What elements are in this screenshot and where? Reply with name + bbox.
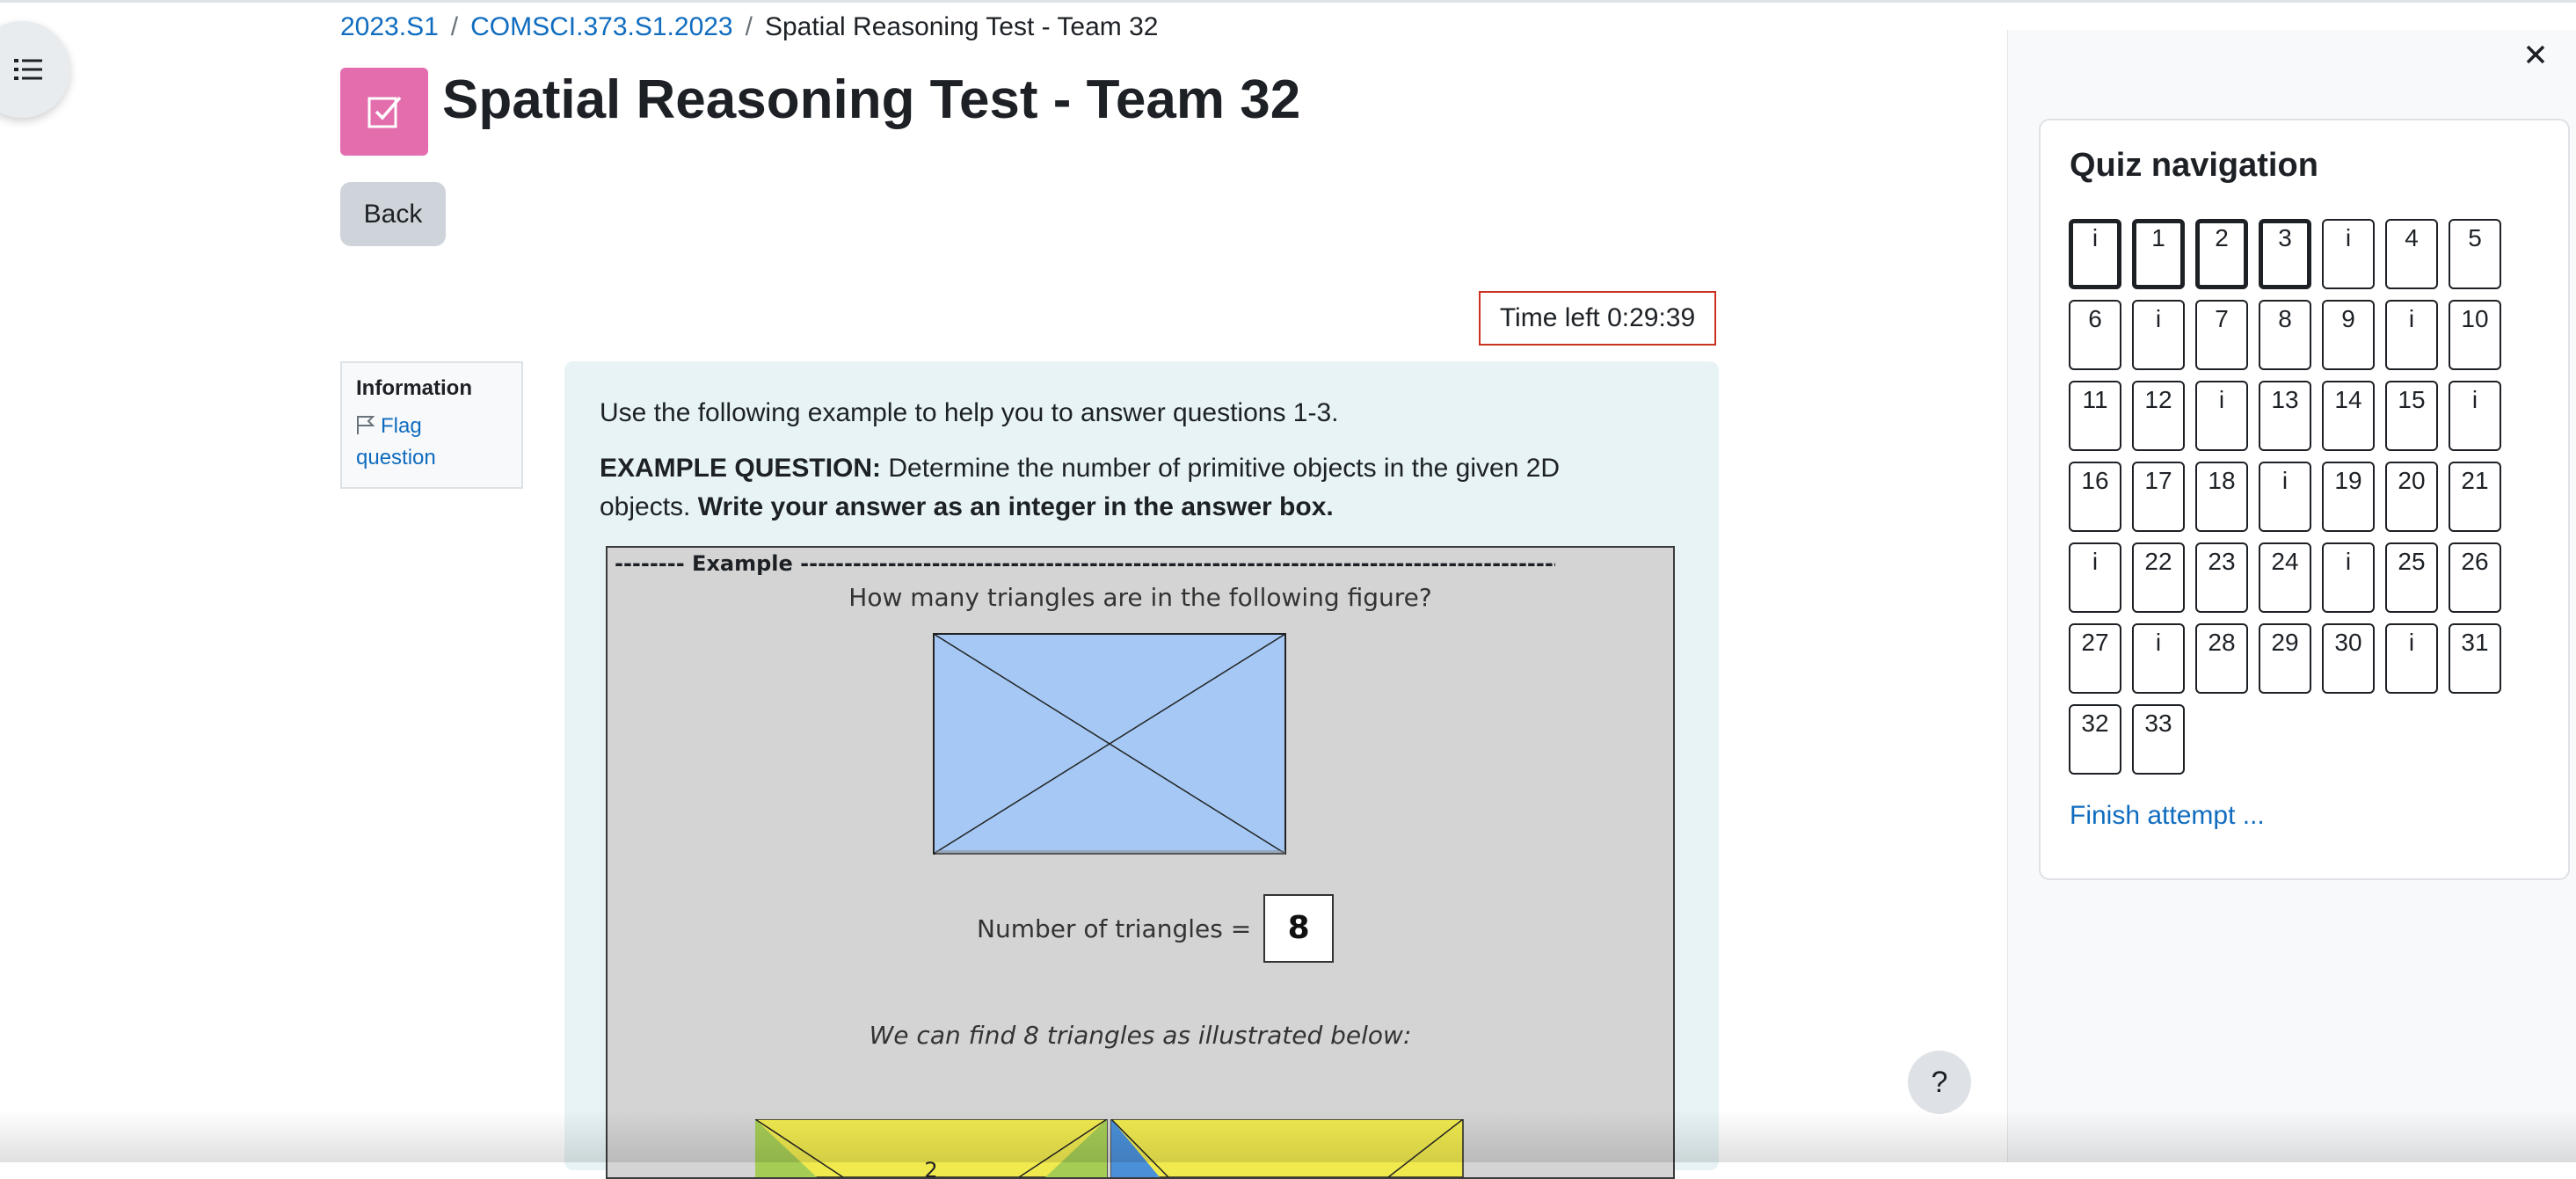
back-button[interactable]: Back	[340, 182, 446, 246]
quiz-nav-question-button[interactable]: 6	[2069, 300, 2121, 370]
question-content: Use the following example to help you to…	[564, 361, 1719, 1179]
time-left-timer: Time left 0:29:39	[1479, 291, 1716, 346]
prompt-instruction: Write your answer as an integer in the a…	[697, 492, 1334, 521]
quiz-nav-info-button[interactable]: i	[2322, 542, 2375, 613]
quiz-nav-info-button[interactable]: i	[2132, 300, 2185, 370]
quiz-nav-question-button[interactable]: 30	[2322, 623, 2375, 694]
top-border	[0, 0, 2576, 3]
quiz-nav-info-button[interactable]: i	[2132, 623, 2185, 694]
quiz-nav-question-button[interactable]: 7	[2195, 300, 2248, 370]
quiz-nav-question-button[interactable]: 33	[2132, 704, 2185, 775]
help-button[interactable]: ?	[1908, 1051, 1971, 1114]
quiz-activity-icon	[340, 68, 428, 156]
close-icon[interactable]	[2521, 40, 2551, 69]
breadcrumb-current: Spatial Reasoning Test - Team 32	[764, 12, 1159, 41]
page-title: Spatial Reasoning Test - Team 32	[442, 69, 1301, 130]
breadcrumb-separator: /	[745, 12, 753, 41]
quiz-nav-question-button[interactable]: 32	[2069, 704, 2121, 775]
breadcrumb: 2023.S1 / COMSCI.373.S1.2023 / Spatial Reaso…	[340, 12, 1158, 42]
quiz-navigation-title: Quiz navigation	[2070, 147, 2318, 184]
triangle-breakdown-figure: 2	[755, 1119, 1464, 1177]
quiz-nav-info-button[interactable]: i	[2385, 623, 2438, 694]
quiz-nav-question-button[interactable]: 8	[2259, 300, 2311, 370]
quiz-nav-question-button[interactable]: 28	[2195, 623, 2248, 694]
quiz-nav-info-button[interactable]: i	[2259, 462, 2311, 532]
question-intro: Use the following example to help you to…	[600, 398, 1339, 427]
flag-question-link[interactable]: Flag question	[356, 411, 507, 474]
quiz-nav-question-button[interactable]: 20	[2385, 462, 2438, 532]
quiz-nav-question-button[interactable]: 10	[2449, 300, 2501, 370]
quiz-navigation-grid: i 1 2 3 i 4 5 6 i 7 8 9 i 10 11 12 i 13 14 15 i 16 17 18 i 19 20 21…	[2069, 219, 2508, 775]
quiz-nav-question-button[interactable]: 29	[2259, 623, 2311, 694]
triangle-count-row: Number of triangles = 8	[977, 894, 1335, 963]
quiz-nav-question-button[interactable]: 14	[2322, 381, 2375, 451]
quiz-navigation-block: Quiz navigation i 1 2 3 i 4 5 6 i 7 8 9 i 10 11 12 i 13 14…	[2039, 119, 2570, 880]
quiz-nav-question-button[interactable]: 4	[2385, 219, 2438, 289]
quiz-checkbox-icon	[367, 96, 402, 128]
timer-label: Time left 0:29:39	[1499, 303, 1696, 332]
quiz-nav-question-button[interactable]: 24	[2259, 542, 2311, 613]
quiz-nav-info-button[interactable]: i	[2069, 542, 2121, 613]
quiz-nav-question-button[interactable]: 15	[2385, 381, 2438, 451]
course-index-toggle[interactable]	[0, 21, 70, 118]
count-value: 8	[1263, 894, 1335, 963]
quiz-nav-question-button[interactable]: 16	[2069, 462, 2121, 532]
example-note: We can find 8 triangles as illustrated b…	[869, 1021, 1412, 1050]
count-label: Number of triangles =	[977, 913, 1252, 943]
quiz-nav-question-button[interactable]: 3	[2259, 219, 2311, 289]
info-title: Information	[356, 376, 472, 400]
quiz-nav-question-button[interactable]: 5	[2449, 219, 2501, 289]
example-image: -------- Example -----------------------…	[606, 546, 1675, 1179]
quiz-nav-question-button[interactable]: 27	[2069, 623, 2121, 694]
prompt-bold: EXAMPLE QUESTION:	[600, 454, 882, 483]
quiz-nav-question-button[interactable]: 26	[2449, 542, 2501, 613]
rectangle-diagonals-figure	[933, 633, 1286, 855]
list-icon	[14, 59, 42, 80]
quiz-nav-question-button[interactable]: 11	[2069, 381, 2121, 451]
quiz-nav-question-button[interactable]: 25	[2385, 542, 2438, 613]
quiz-nav-question-button[interactable]: 13	[2259, 381, 2311, 451]
breadcrumb-link-course[interactable]: COMSCI.373.S1.2023	[470, 12, 733, 41]
quiz-nav-question-button[interactable]: 21	[2449, 462, 2501, 532]
flag-icon	[357, 416, 375, 434]
breadcrumb-link-term[interactable]: 2023.S1	[340, 12, 439, 41]
question-prompt: EXAMPLE QUESTION: Determine the number o…	[600, 449, 1655, 527]
quiz-nav-info-button[interactable]: i	[2195, 381, 2248, 451]
example-header: -------- Example -----------------------…	[615, 551, 1555, 576]
quiz-nav-info-button[interactable]: i	[2449, 381, 2501, 451]
quiz-nav-question-button[interactable]: 23	[2195, 542, 2248, 613]
quiz-nav-question-button[interactable]: 18	[2195, 462, 2248, 532]
quiz-nav-question-button[interactable]: 19	[2322, 462, 2375, 532]
quiz-nav-info-button[interactable]: i	[2385, 300, 2438, 370]
quiz-nav-question-button[interactable]: 1	[2132, 219, 2185, 289]
finish-attempt-link[interactable]: Finish attempt ...	[2070, 801, 2265, 831]
example-question: How many triangles are in the following …	[848, 583, 1432, 612]
quiz-nav-question-button[interactable]: 17	[2132, 462, 2185, 532]
question-info-box: Information Flag question	[340, 361, 523, 489]
quiz-nav-question-button[interactable]: 12	[2132, 381, 2185, 451]
quiz-nav-question-button[interactable]: 9	[2322, 300, 2375, 370]
quiz-nav-question-button[interactable]: 2	[2195, 219, 2248, 289]
breadcrumb-separator: /	[450, 12, 459, 41]
quiz-nav-question-button[interactable]: 22	[2132, 542, 2185, 613]
quiz-nav-question-button[interactable]: 31	[2449, 623, 2501, 694]
quiz-nav-info-button[interactable]: i	[2069, 219, 2121, 289]
quiz-nav-info-button[interactable]: i	[2322, 219, 2375, 289]
partial-label: 2	[924, 1158, 937, 1177]
